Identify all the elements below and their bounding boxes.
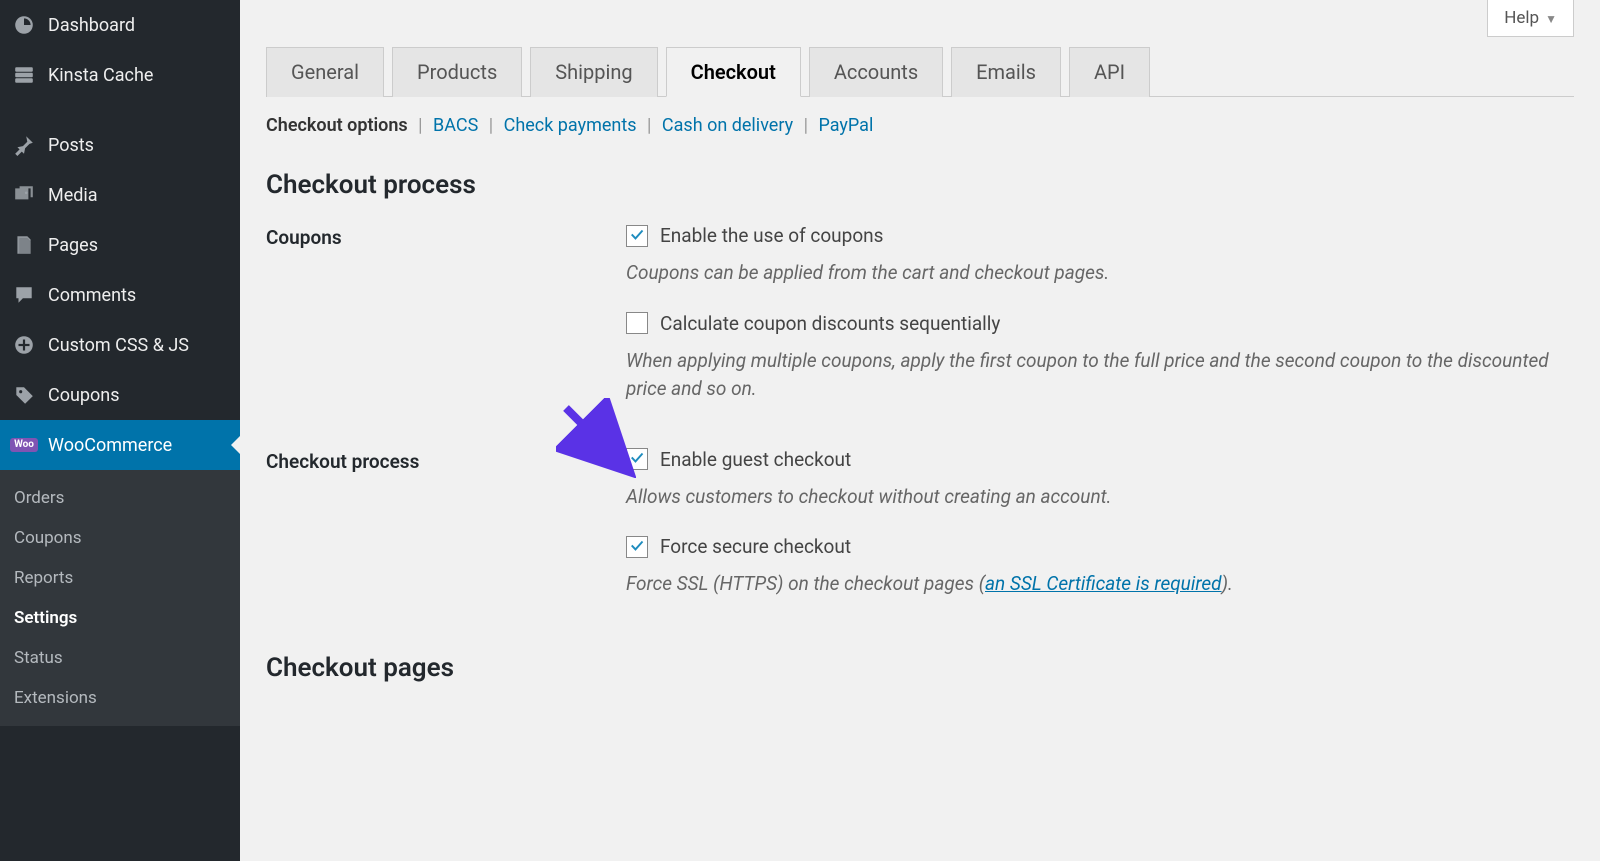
tab-general[interactable]: General	[266, 47, 384, 97]
checkbox-guest-checkout[interactable]	[626, 448, 648, 470]
subnav-current: Checkout options	[266, 115, 408, 136]
sidebar-item-posts[interactable]: Posts	[0, 120, 240, 170]
checkbox-sequential-discounts[interactable]	[626, 312, 648, 334]
media-icon	[12, 183, 36, 207]
sidebar-item-media[interactable]: Media	[0, 170, 240, 220]
desc-enable-coupons: Coupons can be applied from the cart and…	[626, 259, 1574, 288]
sidebar-item-custom-css-js[interactable]: Custom CSS & JS	[0, 320, 240, 370]
option-guest-checkout: Enable guest checkout	[660, 448, 851, 471]
comment-icon	[12, 283, 36, 307]
tab-api[interactable]: API	[1069, 47, 1150, 97]
main-content: Help ▼ General Products Shipping Checkout…	[240, 0, 1600, 861]
sidebar-item-label: Posts	[48, 135, 94, 156]
submenu-item-status[interactable]: Status	[0, 638, 240, 678]
label-coupons: Coupons	[266, 224, 626, 249]
heading-checkout-process: Checkout process	[266, 170, 1574, 200]
plus-circle-icon	[12, 333, 36, 357]
sidebar-item-comments[interactable]: Comments	[0, 270, 240, 320]
subnav-check-payments[interactable]: Check payments	[504, 115, 637, 136]
row-coupons: Coupons Enable the use of coupons Coupon…	[266, 224, 1574, 428]
checkout-subnav: Checkout options | BACS | Check payments…	[266, 115, 1574, 136]
checkbox-enable-coupons[interactable]	[626, 225, 648, 247]
sidebar-item-label: Custom CSS & JS	[48, 335, 189, 356]
woocommerce-icon: Woo	[12, 433, 36, 457]
option-enable-coupons: Enable the use of coupons	[660, 224, 883, 247]
checkbox-force-secure[interactable]	[626, 536, 648, 558]
submenu-item-reports[interactable]: Reports	[0, 558, 240, 598]
chevron-down-icon: ▼	[1545, 12, 1557, 26]
help-toggle[interactable]: Help ▼	[1487, 0, 1574, 37]
subnav-cash-on-delivery[interactable]: Cash on delivery	[662, 115, 793, 136]
desc-force-secure: Force SSL (HTTPS) on the checkout pages …	[626, 570, 1574, 599]
submenu-item-coupons[interactable]: Coupons	[0, 518, 240, 558]
tab-shipping[interactable]: Shipping	[530, 47, 657, 97]
sidebar-item-label: Pages	[48, 235, 98, 256]
subnav-bacs[interactable]: BACS	[433, 115, 478, 136]
pin-icon	[12, 133, 36, 157]
pages-icon	[12, 233, 36, 257]
tab-checkout[interactable]: Checkout	[666, 47, 801, 97]
sidebar-item-coupons[interactable]: Coupons	[0, 370, 240, 420]
sidebar-item-woocommerce[interactable]: Woo WooCommerce	[0, 420, 240, 470]
heading-checkout-pages: Checkout pages	[266, 653, 1574, 683]
tab-emails[interactable]: Emails	[951, 47, 1061, 97]
label-checkout-process: Checkout process	[266, 448, 626, 473]
settings-tabs: General Products Shipping Checkout Accou…	[266, 46, 1574, 97]
submenu-item-extensions[interactable]: Extensions	[0, 678, 240, 718]
desc-sequential-discounts: When applying multiple coupons, apply th…	[626, 347, 1574, 404]
sidebar-item-dashboard[interactable]: Dashboard	[0, 0, 240, 50]
cache-icon	[12, 63, 36, 87]
ssl-required-link[interactable]: an SSL Certificate is required	[985, 572, 1222, 595]
sidebar-item-label: Media	[48, 185, 98, 206]
desc-guest-checkout: Allows customers to checkout without cre…	[626, 483, 1574, 512]
tab-accounts[interactable]: Accounts	[809, 47, 943, 97]
sidebar-item-label: Coupons	[48, 385, 120, 406]
sidebar-item-label: WooCommerce	[48, 435, 172, 456]
help-label: Help	[1504, 8, 1539, 28]
sidebar-item-label: Comments	[48, 285, 136, 306]
sidebar-item-kinsta-cache[interactable]: Kinsta Cache	[0, 50, 240, 100]
submenu-item-settings[interactable]: Settings	[0, 598, 240, 638]
admin-sidebar: Dashboard Kinsta Cache Posts Media Pages…	[0, 0, 240, 861]
sidebar-item-label: Kinsta Cache	[48, 65, 153, 86]
subnav-paypal[interactable]: PayPal	[818, 115, 873, 136]
tab-products[interactable]: Products	[392, 47, 522, 97]
row-checkout-process: Checkout process Enable guest checkout A…	[266, 448, 1574, 623]
sidebar-item-pages[interactable]: Pages	[0, 220, 240, 270]
woocommerce-submenu: Orders Coupons Reports Settings Status E…	[0, 470, 240, 726]
option-sequential-discounts: Calculate coupon discounts sequentially	[660, 312, 1000, 335]
option-force-secure: Force secure checkout	[660, 535, 851, 558]
sidebar-item-label: Dashboard	[48, 15, 135, 36]
tag-icon	[12, 383, 36, 407]
dashboard-icon	[12, 13, 36, 37]
submenu-item-orders[interactable]: Orders	[0, 478, 240, 518]
